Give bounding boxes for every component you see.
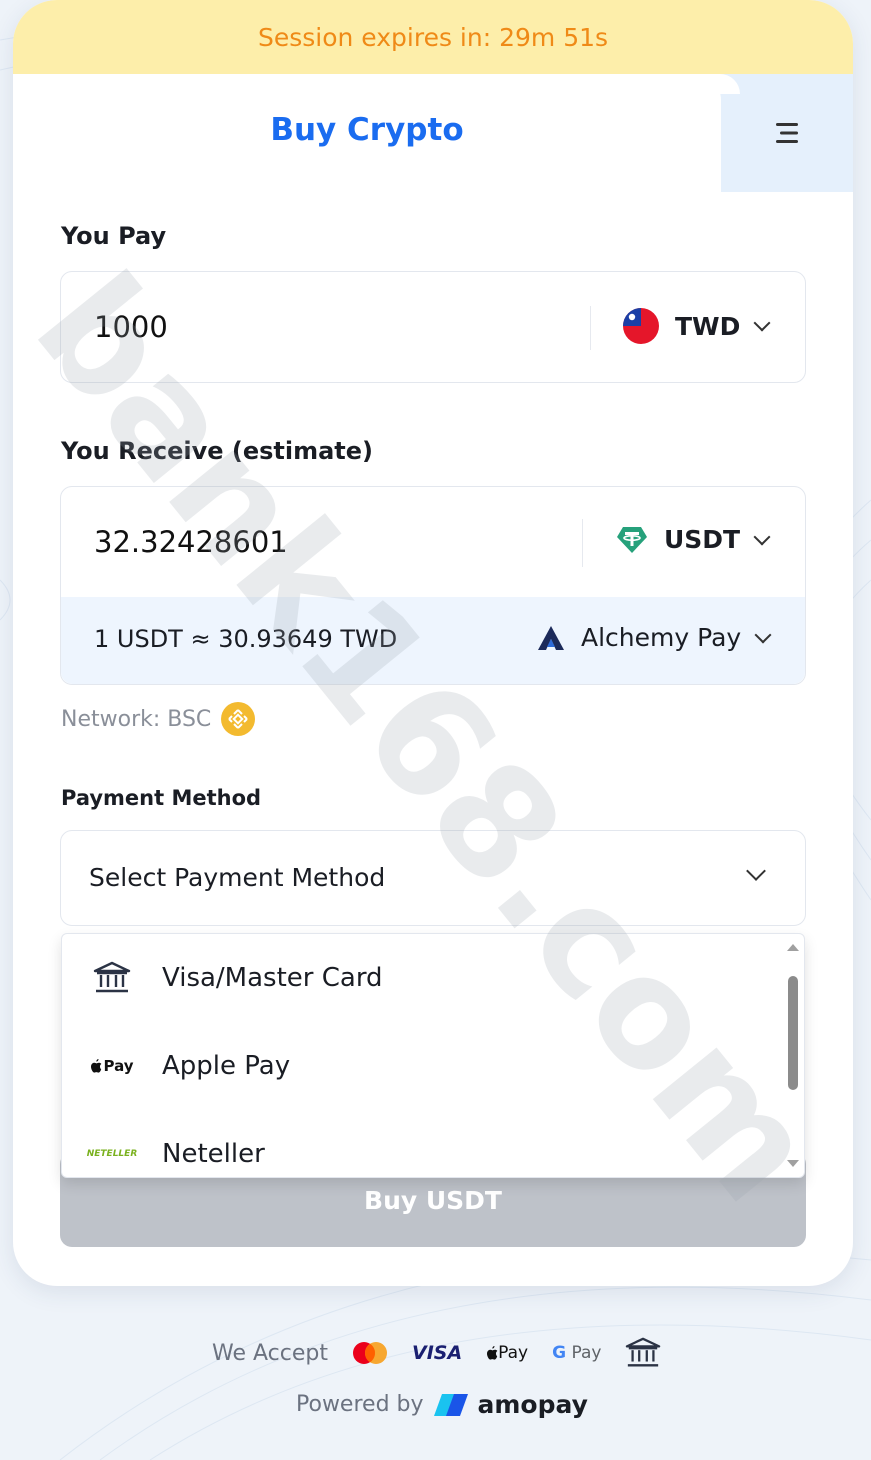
neteller-icon: NETELLER <box>86 1149 138 1159</box>
provider-select[interactable]: Alchemy Pay <box>537 623 772 652</box>
chevron-down-icon <box>753 528 771 545</box>
chevron-down-icon <box>754 626 772 643</box>
option-label: Visa/Master Card <box>162 963 383 993</box>
payment-method-label: Payment Method <box>61 786 262 810</box>
bnb-icon <box>221 702 256 736</box>
amopay-logo-icon <box>433 1393 468 1416</box>
powered-by-label: Powered by <box>296 1392 424 1417</box>
exchange-rate: 1 USDT ≈ 30.93649 TWD <box>94 625 398 653</box>
network-info: Network: BSC <box>61 702 256 736</box>
you-receive-label: You Receive (estimate) <box>61 437 374 465</box>
network-label: Network: BSC <box>61 706 212 732</box>
payment-method-dropdown: Visa/Master Card Pay Apple Pay NETELLER … <box>61 933 805 1178</box>
page-title: Buy Crypto <box>270 112 464 148</box>
accepted-payments: We Accept VISA Pay G Pay <box>212 1336 661 1370</box>
taiwan-flag-icon <box>623 308 659 344</box>
divider <box>590 306 591 350</box>
divider <box>582 519 583 567</box>
bank-icon <box>626 1337 661 1367</box>
apple-pay-icon: Pay <box>62 1057 162 1075</box>
pay-currency-code: TWD <box>675 311 741 341</box>
powered-by: Powered by amopay <box>296 1390 588 1419</box>
menu-button[interactable] <box>720 74 853 192</box>
receive-currency-code: USDT <box>664 525 741 554</box>
buy-crypto-card: Session expires in: 29m 51s Buy Crypto Y… <box>13 0 853 1286</box>
menu-icon <box>775 123 798 143</box>
we-accept-label: We Accept <box>212 1340 328 1366</box>
scroll-up-arrow-icon <box>787 944 799 951</box>
option-visa-mastercard[interactable]: Visa/Master Card <box>62 934 782 1022</box>
receive-currency-select[interactable]: USDT <box>616 525 771 554</box>
option-apple-pay[interactable]: Pay Apple Pay <box>62 1022 782 1110</box>
pay-currency-select[interactable]: TWD <box>623 308 771 344</box>
bank-icon <box>62 961 162 995</box>
google-pay-icon: G Pay <box>552 1343 602 1363</box>
receive-box: 32.32428601 USDT 1 USDT ≈ 30.93649 TWD A… <box>60 486 806 685</box>
tether-icon <box>617 526 647 553</box>
alchemy-pay-icon <box>538 625 564 650</box>
pay-amount-box: 1000 TWD <box>60 271 806 383</box>
apple-pay-icon: Pay <box>486 1343 528 1363</box>
option-label: Apple Pay <box>162 1051 291 1081</box>
amopay-brand: amopay <box>477 1390 588 1419</box>
rate-row: 1 USDT ≈ 30.93649 TWD Alchemy Pay <box>61 597 805 684</box>
dropdown-scrollbar[interactable] <box>782 934 804 1177</box>
you-pay-label: You Pay <box>61 222 167 250</box>
mastercard-icon <box>352 1342 387 1364</box>
provider-name: Alchemy Pay <box>581 623 742 652</box>
session-timer: Session expires in: 29m 51s <box>13 0 853 74</box>
chevron-down-icon <box>746 861 766 881</box>
option-neteller[interactable]: NETELLER Neteller <box>62 1110 782 1177</box>
chevron-down-icon <box>753 314 771 332</box>
receive-amount: 32.32428601 <box>94 525 288 559</box>
pay-amount-input[interactable]: 1000 <box>94 310 168 344</box>
scroll-down-arrow-icon <box>787 1160 799 1167</box>
payment-method-select[interactable]: Select Payment Method <box>60 830 806 926</box>
option-label: Neteller <box>162 1139 265 1169</box>
payment-method-placeholder: Select Payment Method <box>89 863 386 892</box>
card-header: Buy Crypto <box>13 74 853 192</box>
scrollbar-thumb[interactable] <box>788 976 798 1090</box>
visa-icon: VISA <box>411 1342 463 1364</box>
